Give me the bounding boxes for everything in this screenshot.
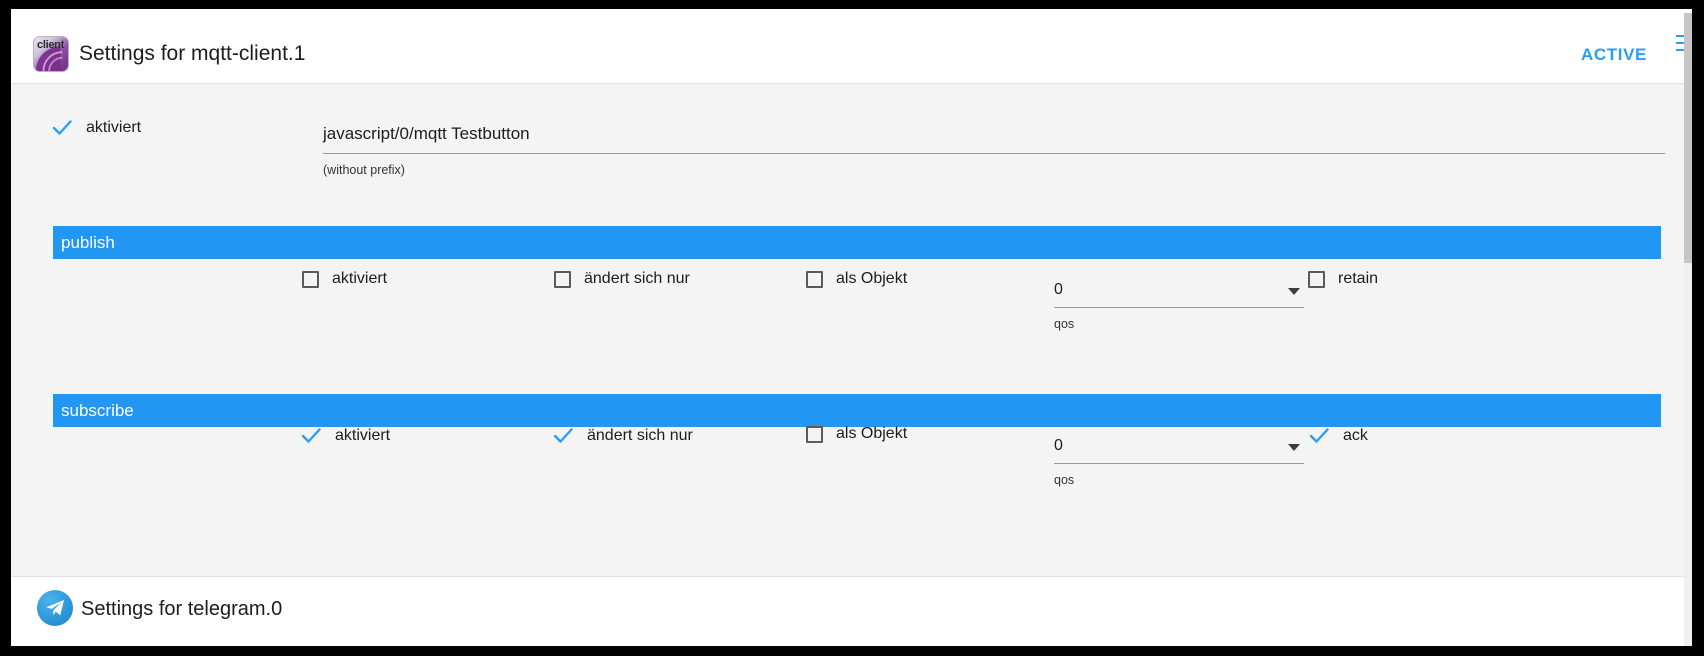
subscribe-aendert-sich-nur-label: ändert sich nur: [587, 427, 693, 444]
publish-qos-value: 0: [1054, 281, 1063, 298]
subscribe-qos-value: 0: [1054, 437, 1063, 454]
checkbox-empty-icon: [302, 270, 319, 288]
publish-retain-checkbox[interactable]: retain: [1308, 270, 1378, 288]
subscribe-ack-checkbox[interactable]: ack: [1308, 425, 1368, 447]
checkbox-empty-icon: [806, 425, 823, 443]
mqtt-client-icon: client: [33, 36, 69, 72]
subscribe-aktiviert-checkbox[interactable]: aktiviert: [300, 425, 390, 447]
subscribe-aendert-sich-nur-checkbox[interactable]: ändert sich nur: [552, 425, 693, 447]
check-icon: [300, 425, 322, 447]
page-title: Settings for mqtt-client.1: [79, 42, 306, 65]
subscribe-als-objekt-checkbox[interactable]: als Objekt: [806, 425, 907, 443]
subscribe-qos-underline: [1054, 463, 1304, 464]
subscribe-aktiviert-label: aktiviert: [335, 427, 391, 444]
settings-page: client Settings for mqtt-client.1 ACTIVE…: [11, 9, 1692, 646]
enabled-checkbox-label: aktiviert: [86, 119, 142, 136]
section-header-publish: publish: [53, 226, 1661, 259]
topic-input-underline: [323, 153, 1665, 154]
chevron-down-icon[interactable]: [1288, 444, 1300, 451]
section-header-subscribe: subscribe: [53, 394, 1661, 427]
checkbox-empty-icon: [1308, 270, 1325, 288]
window-frame: client Settings for mqtt-client.1 ACTIVE…: [0, 0, 1704, 656]
publish-retain-label: retain: [1338, 270, 1379, 287]
check-icon: [552, 425, 574, 447]
publish-qos-underline: [1054, 307, 1304, 308]
scrollbar-thumb[interactable]: [1684, 13, 1692, 263]
subscribe-qos-select[interactable]: 0 qos: [1054, 437, 1304, 487]
publish-qos-label: qos: [1054, 317, 1075, 331]
status-badge[interactable]: ACTIVE: [1581, 45, 1647, 65]
publish-aktiviert-checkbox[interactable]: aktiviert: [302, 270, 387, 288]
settings-header: client Settings for mqtt-client.1 ACTIVE: [11, 13, 1692, 84]
publish-als-objekt-checkbox[interactable]: als Objekt: [806, 270, 907, 288]
mqtt-client-icon-label: client: [37, 39, 64, 51]
section-header-subscribe-label: subscribe: [61, 400, 134, 420]
subscribe-qos-label: qos: [1054, 473, 1075, 487]
topic-field[interactable]: javascript/0/mqtt Testbutton (without pr…: [323, 124, 1665, 177]
check-icon: [1308, 425, 1330, 447]
enabled-checkbox[interactable]: aktiviert: [51, 117, 141, 139]
subscribe-als-objekt-label: als Objekt: [836, 425, 908, 442]
telegram-icon: [37, 590, 73, 626]
publish-aendert-sich-nur-label: ändert sich nur: [584, 270, 690, 287]
checkbox-empty-icon: [554, 270, 571, 288]
subscribe-ack-label: ack: [1343, 427, 1368, 444]
topic-input-hint: (without prefix): [323, 163, 405, 177]
telegram-settings-row[interactable]: Settings for telegram.0: [11, 576, 1692, 640]
telegram-settings-title: Settings for telegram.0: [81, 598, 283, 620]
section-header-publish-label: publish: [61, 232, 115, 252]
topic-input-value[interactable]: javascript/0/mqtt Testbutton: [323, 124, 1665, 153]
publish-aktiviert-label: aktiviert: [332, 270, 388, 287]
publish-als-objekt-label: als Objekt: [836, 270, 908, 287]
check-icon: [51, 117, 73, 139]
publish-qos-select[interactable]: 0 qos: [1054, 281, 1304, 331]
chevron-down-icon[interactable]: [1288, 288, 1300, 295]
checkbox-empty-icon: [806, 270, 823, 288]
publish-aendert-sich-nur-checkbox[interactable]: ändert sich nur: [554, 270, 690, 288]
